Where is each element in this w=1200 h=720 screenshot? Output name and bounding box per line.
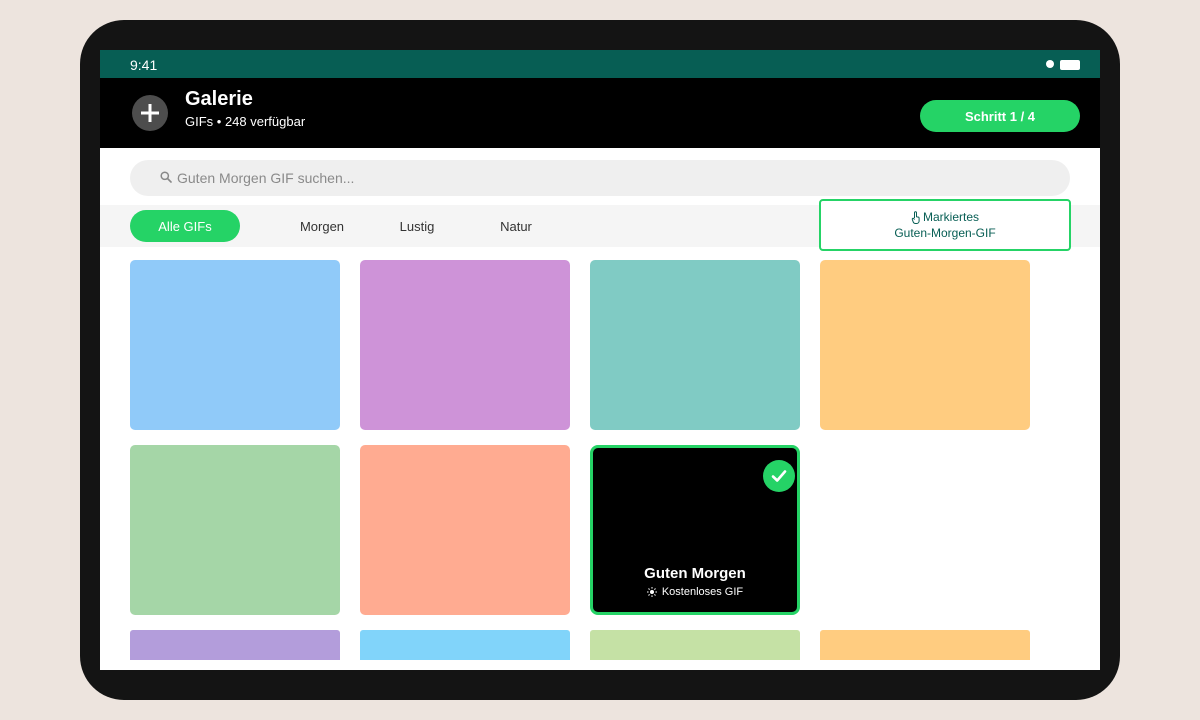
gif-license: Kostenloses GIF xyxy=(661,586,744,598)
highlight-callout: Markiertes Guten-Morgen-GIF xyxy=(819,199,1071,251)
gif-tile[interactable] xyxy=(360,445,570,615)
hand-pointer-icon xyxy=(911,210,920,224)
status-bar: 9:41 xyxy=(100,50,1100,78)
checkmark-badge xyxy=(763,460,795,492)
app-header: Galerie GIFs • 248 verfügbar Schritt 1 /… xyxy=(100,78,1100,148)
plus-icon xyxy=(141,104,159,122)
gif-tile[interactable] xyxy=(590,630,800,660)
selected-gif-tile[interactable]: Guten Morgen Kostenloses GIF xyxy=(590,445,800,615)
sun-icon xyxy=(646,587,657,597)
gif-tile[interactable] xyxy=(360,630,570,660)
signal-dot-icon xyxy=(1046,60,1054,68)
page-title: Galerie xyxy=(185,88,253,110)
gif-tile[interactable] xyxy=(360,260,570,430)
search-input[interactable] xyxy=(177,160,1037,196)
gif-title: Guten Morgen xyxy=(644,565,746,582)
gif-tile[interactable] xyxy=(820,630,1030,660)
status-time: 9:41 xyxy=(130,57,158,73)
step-button[interactable]: Schritt 1 / 4 xyxy=(920,100,1080,132)
filter-chip-all[interactable]: Alle GIFs xyxy=(130,210,240,242)
filter-chip-natur[interactable]: Natur xyxy=(490,210,542,242)
search-icon xyxy=(160,171,172,183)
gif-tile[interactable] xyxy=(130,445,340,615)
check-icon xyxy=(771,470,787,482)
battery-icon xyxy=(1060,60,1080,70)
filter-chip-morgen[interactable]: Morgen xyxy=(290,210,354,242)
gif-tile[interactable] xyxy=(590,260,800,430)
add-button[interactable] xyxy=(132,95,168,131)
callout-target: Guten-Morgen-GIF xyxy=(894,226,996,240)
gif-tile[interactable] xyxy=(130,630,340,660)
gif-tile[interactable] xyxy=(820,260,1030,430)
page-subtitle: GIFs • 248 verfügbar xyxy=(185,114,306,129)
screen: 9:41 Galerie GIFs • 248 verfügbar Schrit… xyxy=(100,50,1100,670)
gif-subtitle: Kostenloses GIF xyxy=(593,586,797,598)
search-bar[interactable] xyxy=(130,160,1070,196)
gif-tile[interactable] xyxy=(130,260,340,430)
callout-label: Markiertes xyxy=(922,210,979,224)
filter-chip-lustig[interactable]: Lustig xyxy=(390,210,444,242)
